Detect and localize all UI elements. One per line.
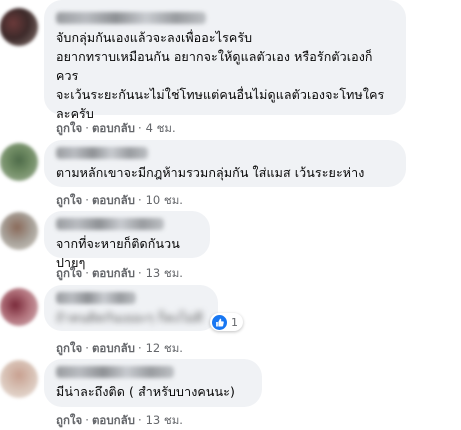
reaction-summary[interactable]: 1 xyxy=(210,313,243,331)
separator: · xyxy=(137,193,142,207)
thumbs-up-icon xyxy=(212,314,227,330)
comment-actions: ถูกใจ · ตอบกลับ · 13 ชม. xyxy=(56,412,183,430)
comment-timestamp[interactable]: 13 ชม. xyxy=(146,266,183,280)
comment-actions: ถูกใจ · ตอบกลับ · 10 ชม. xyxy=(56,192,183,210)
comment-timestamp[interactable]: 12 ชม. xyxy=(146,341,183,355)
reply-button[interactable]: ตอบกลับ xyxy=(92,413,135,427)
comment-bubble: ถ้าคนติดกันเยอะๆ ก็คงไม่ดี xyxy=(44,285,218,331)
reaction-count: 1 xyxy=(231,315,238,329)
commenter-name[interactable] xyxy=(56,147,148,159)
commenter-name[interactable] xyxy=(56,366,174,378)
comment-bubble: มีน่าละถึงติด ( สำหรับบางคนนะ) xyxy=(44,359,262,407)
like-button[interactable]: ถูกใจ xyxy=(56,121,82,135)
comment-text: มีน่าละถึงติด ( สำหรับบางคนนะ) xyxy=(56,384,235,399)
avatar[interactable] xyxy=(0,143,38,181)
avatar[interactable] xyxy=(0,8,38,46)
comment-bubble: ตามหลักเขาจะมีกฎห้ามรวมกลุ่มกัน ใส่แมส เ… xyxy=(44,140,406,187)
separator: · xyxy=(85,341,89,355)
like-button[interactable]: ถูกใจ xyxy=(56,266,82,280)
comment-text: จับกลุ่มกันเองแล้วจะลงเพื่ออะไรครับ อยาก… xyxy=(56,30,385,121)
comment-bubble: จับกลุ่มกันเองแล้วจะลงเพื่ออะไรครับ อยาก… xyxy=(44,0,406,121)
separator: · xyxy=(137,121,142,135)
reply-button[interactable]: ตอบกลับ xyxy=(92,121,135,135)
comment-timestamp[interactable]: 13 ชม. xyxy=(146,413,183,427)
comment-timestamp[interactable]: 4 ชม. xyxy=(146,121,176,135)
avatar[interactable] xyxy=(0,360,38,398)
separator: · xyxy=(137,413,142,427)
separator: · xyxy=(85,266,89,280)
comment-actions: ถูกใจ · ตอบกลับ · 13 ชม. xyxy=(56,265,183,283)
like-button[interactable]: ถูกใจ xyxy=(56,413,82,427)
reply-button[interactable]: ตอบกลับ xyxy=(92,266,135,280)
comment-timestamp[interactable]: 10 ชม. xyxy=(146,193,183,207)
like-button[interactable]: ถูกใจ xyxy=(56,341,82,355)
separator: · xyxy=(137,266,142,280)
separator: · xyxy=(85,193,89,207)
comment-text: ถ้าคนติดกันเยอะๆ ก็คงไม่ดี xyxy=(56,310,204,325)
avatar[interactable] xyxy=(0,288,38,326)
comment-text: ตามหลักเขาจะมีกฎห้ามรวมกลุ่มกัน ใส่แมส เ… xyxy=(56,165,365,180)
commenter-name[interactable] xyxy=(56,218,164,230)
reply-button[interactable]: ตอบกลับ xyxy=(92,193,135,207)
commenter-name[interactable] xyxy=(56,12,206,24)
reply-button[interactable]: ตอบกลับ xyxy=(92,341,135,355)
separator: · xyxy=(137,341,142,355)
separator: · xyxy=(85,413,89,427)
separator: · xyxy=(85,121,89,135)
avatar[interactable] xyxy=(0,212,38,250)
comment-actions: ถูกใจ · ตอบกลับ · 12 ชม. xyxy=(56,340,183,358)
commenter-name[interactable] xyxy=(56,292,136,304)
comment-bubble: จากที่จะหายก็ติดกันวนปายๆ xyxy=(44,211,210,270)
like-button[interactable]: ถูกใจ xyxy=(56,193,82,207)
comment-actions: ถูกใจ · ตอบกลับ · 4 ชม. xyxy=(56,120,176,138)
